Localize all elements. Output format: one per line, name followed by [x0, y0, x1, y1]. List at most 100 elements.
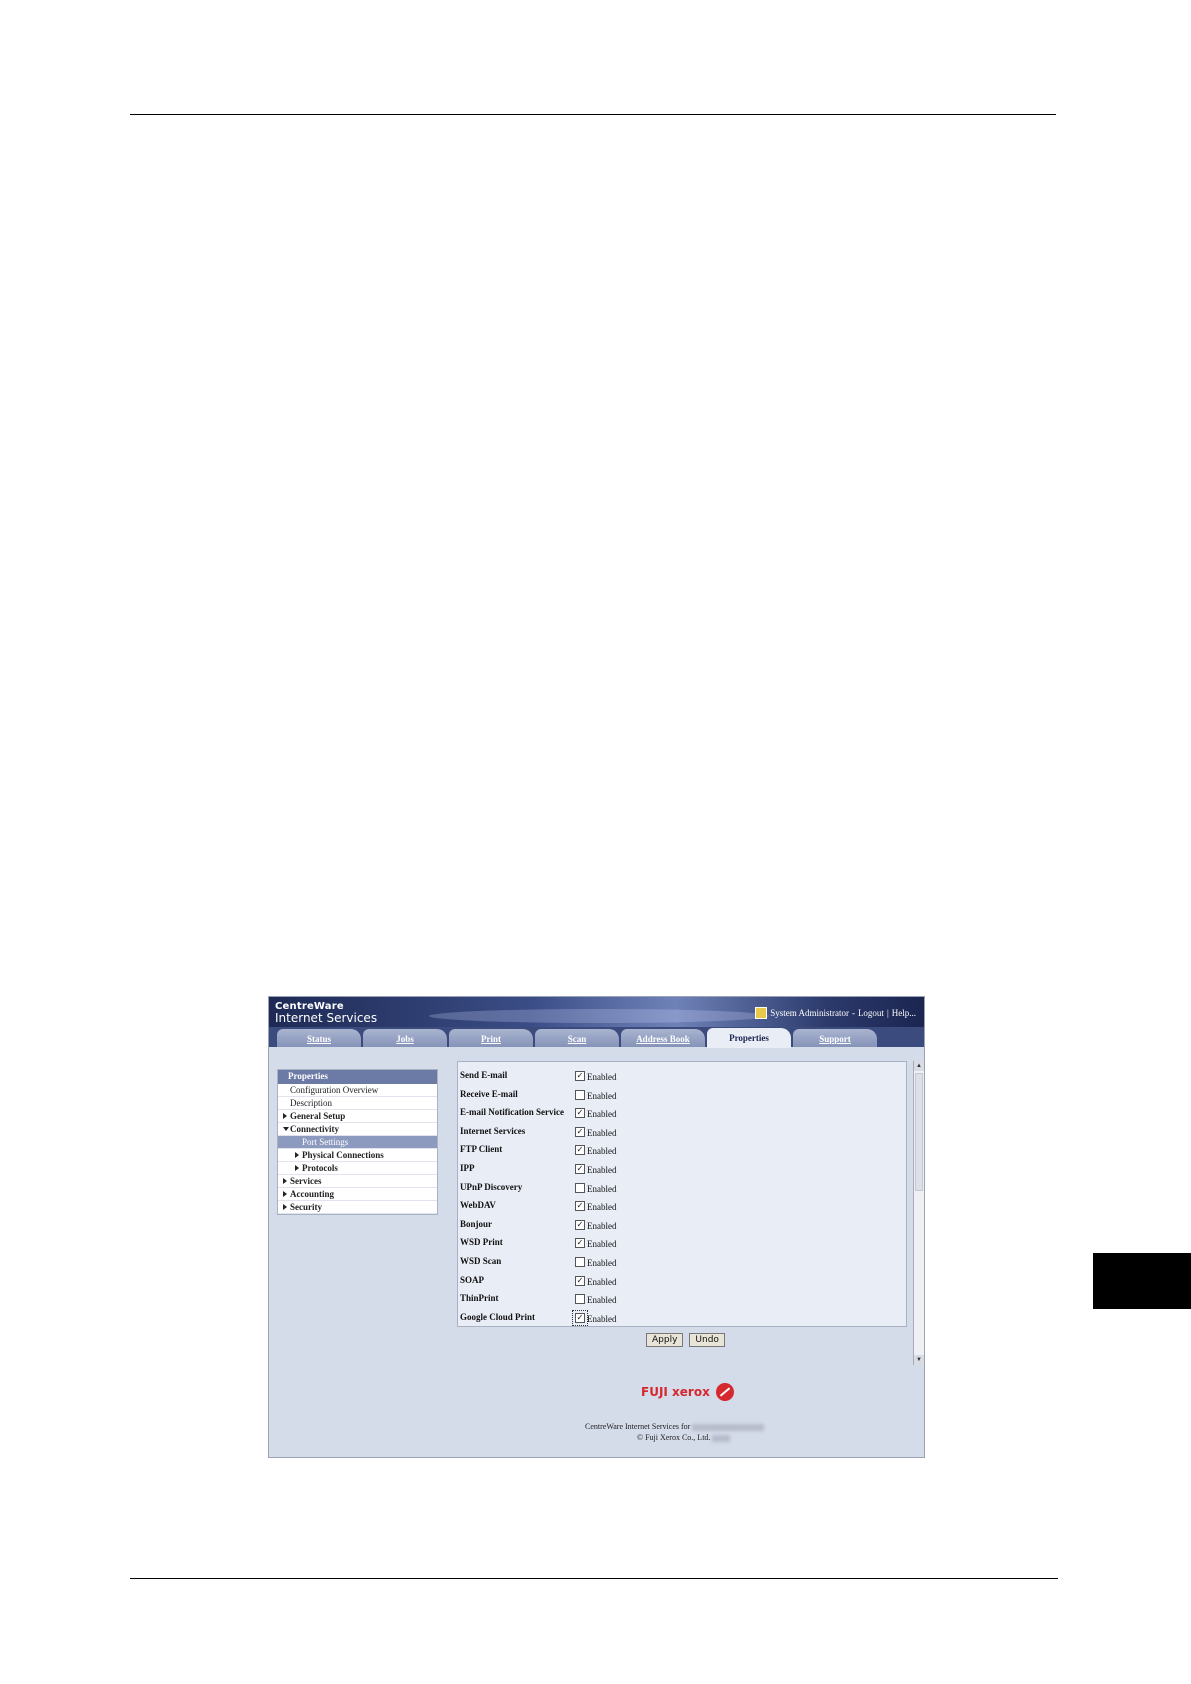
sidebar-item-accounting[interactable]: Accounting	[278, 1188, 437, 1201]
sidebar-item-label: Protocols	[302, 1163, 338, 1173]
scrollbar[interactable]: ▲ ▼	[913, 1061, 924, 1365]
app-banner: CentreWare Internet Services System Admi…	[269, 997, 924, 1027]
enabled-checkbox[interactable]	[575, 1182, 585, 1193]
sidebar-item-security[interactable]: Security	[278, 1201, 437, 1214]
scroll-thumb[interactable]	[915, 1073, 923, 1191]
sidebar-item-label: General Setup	[290, 1111, 346, 1121]
footer-rule	[130, 1578, 1058, 1579]
footer-line2: © Fuji Xerox Co., Ltd.	[637, 1433, 731, 1442]
enabled-checkbox[interactable]: ✓	[575, 1201, 585, 1212]
enabled-label: Enabled	[587, 1109, 617, 1120]
enabled-checkbox[interactable]: ✓	[575, 1145, 585, 1156]
screenshot-figure: CentreWare Internet Services System Admi…	[268, 996, 925, 1458]
redacted-year	[712, 1434, 731, 1442]
port-name: Internet Services	[460, 1125, 526, 1136]
sidebar-item-description[interactable]: Description	[278, 1097, 437, 1110]
enabled-checkbox[interactable]	[575, 1294, 585, 1305]
enabled-checkbox[interactable]: ✓	[572, 1309, 588, 1326]
logout-link[interactable]: Logout	[858, 1008, 884, 1018]
enabled-label: Enabled	[587, 1183, 617, 1194]
port-name: Bonjour	[460, 1218, 493, 1229]
tab-scan[interactable]: Scan	[535, 1029, 619, 1047]
footer-line1: CentreWare Internet Services for	[585, 1422, 765, 1431]
tab-print[interactable]: Print	[449, 1029, 533, 1047]
scroll-down-icon[interactable]: ▼	[914, 1355, 924, 1365]
enabled-checkbox[interactable]: ✓	[575, 1275, 585, 1286]
help-link[interactable]: Help...	[892, 1008, 916, 1018]
admin-separator: -	[851, 1008, 855, 1018]
enabled-checkbox[interactable]: ✓	[575, 1071, 585, 1081]
port-row: Internet Services ✓ Enabled	[460, 1126, 880, 1140]
expand-icon	[295, 1165, 299, 1171]
enabled-checkbox[interactable]: ✓	[575, 1164, 585, 1174]
enabled-label: Enabled	[587, 1276, 617, 1287]
footer-line1-text: CentreWare Internet Services for	[585, 1422, 691, 1431]
enabled-label: Enabled	[587, 1220, 617, 1231]
admin-icon	[755, 1007, 768, 1019]
port-name: WSD Scan	[460, 1256, 502, 1266]
enabled-checkbox[interactable]: ✓	[575, 1126, 585, 1137]
sidebar-item-label: Security	[290, 1202, 322, 1212]
undo-button[interactable]: Undo	[689, 1333, 725, 1347]
enabled-label: Enabled	[587, 1072, 617, 1082]
sidebar: Properties Configuration Overview Descri…	[277, 1069, 438, 1215]
sidebar-item-connectivity[interactable]: Connectivity	[278, 1123, 437, 1136]
port-name: UPnP Discovery	[460, 1181, 523, 1192]
enabled-checkbox[interactable]: ✓	[575, 1108, 585, 1119]
port-name: ThinPrint	[460, 1293, 499, 1304]
enabled-checkbox[interactable]	[575, 1257, 585, 1267]
port-name: Send E-mail	[460, 1070, 508, 1080]
port-row: ThinPrint Enabled	[460, 1293, 880, 1307]
fuji-xerox-logo: FUJI xerox	[641, 1383, 734, 1401]
port-name: Receive E-mail	[460, 1088, 518, 1099]
port-row: UPnP Discovery Enabled	[460, 1182, 880, 1196]
enabled-label: Enabled	[587, 1258, 617, 1268]
enabled-label: Enabled	[587, 1239, 617, 1250]
scroll-up-icon[interactable]: ▲	[914, 1061, 924, 1071]
sidebar-header: Properties	[278, 1070, 437, 1084]
tab-status[interactable]: Status	[277, 1029, 361, 1047]
sidebar-item-protocols[interactable]: Protocols	[278, 1162, 437, 1175]
expand-icon	[283, 1191, 287, 1197]
port-name: SOAP	[460, 1274, 485, 1285]
enabled-checkbox[interactable]	[575, 1089, 585, 1100]
logo-text: FUJI xerox	[641, 1385, 710, 1399]
enabled-label: Enabled	[587, 1313, 617, 1324]
sidebar-item-configuration-overview[interactable]: Configuration Overview	[278, 1084, 437, 1097]
sidebar-item-general-setup[interactable]: General Setup	[278, 1110, 437, 1123]
sidebar-item-services[interactable]: Services	[278, 1175, 437, 1188]
apply-button[interactable]: Apply	[646, 1333, 684, 1347]
admin-label: System Administrator	[770, 1008, 849, 1018]
sidebar-item-label: Services	[290, 1176, 322, 1186]
tab-properties[interactable]: Properties	[707, 1028, 791, 1048]
port-row: WebDAV ✓ Enabled	[460, 1200, 880, 1214]
header-rule	[130, 114, 1056, 115]
chapter-tab	[1093, 1253, 1191, 1309]
port-row: WSD Scan Enabled	[460, 1256, 880, 1270]
collapse-icon	[283, 1127, 289, 1131]
sidebar-item-label: Connectivity	[290, 1124, 339, 1134]
port-name: WSD Print	[460, 1237, 503, 1248]
tab-support[interactable]: Support	[793, 1029, 877, 1047]
port-row: Google Cloud Print ✓ Enabled	[460, 1309, 880, 1326]
port-row: SOAP ✓ Enabled	[460, 1275, 880, 1289]
banner-swoosh	[429, 1009, 769, 1023]
sidebar-item-port-settings[interactable]: Port Settings	[278, 1136, 437, 1149]
sidebar-item-physical-connections[interactable]: Physical Connections	[278, 1149, 437, 1162]
enabled-checkbox[interactable]: ✓	[575, 1238, 585, 1249]
enabled-label: Enabled	[587, 1090, 617, 1101]
port-name: WebDAV	[460, 1200, 496, 1211]
expand-icon	[295, 1152, 299, 1158]
sidebar-item-label: Physical Connections	[302, 1150, 384, 1160]
expand-icon	[283, 1204, 287, 1210]
enabled-label: Enabled	[587, 1146, 617, 1157]
tab-jobs[interactable]: Jobs	[363, 1029, 447, 1047]
port-name: FTP Client	[460, 1144, 503, 1155]
admin-area: System Administrator - Logout | Help...	[755, 1007, 916, 1019]
port-name: IPP	[460, 1163, 475, 1173]
enabled-checkbox[interactable]: ✓	[575, 1219, 585, 1230]
tab-address-book[interactable]: Address Book	[621, 1029, 705, 1047]
enabled-label: Enabled	[587, 1127, 617, 1138]
action-buttons: Apply Undo	[646, 1333, 725, 1347]
footer-line2-text: © Fuji Xerox Co., Ltd.	[637, 1433, 711, 1442]
